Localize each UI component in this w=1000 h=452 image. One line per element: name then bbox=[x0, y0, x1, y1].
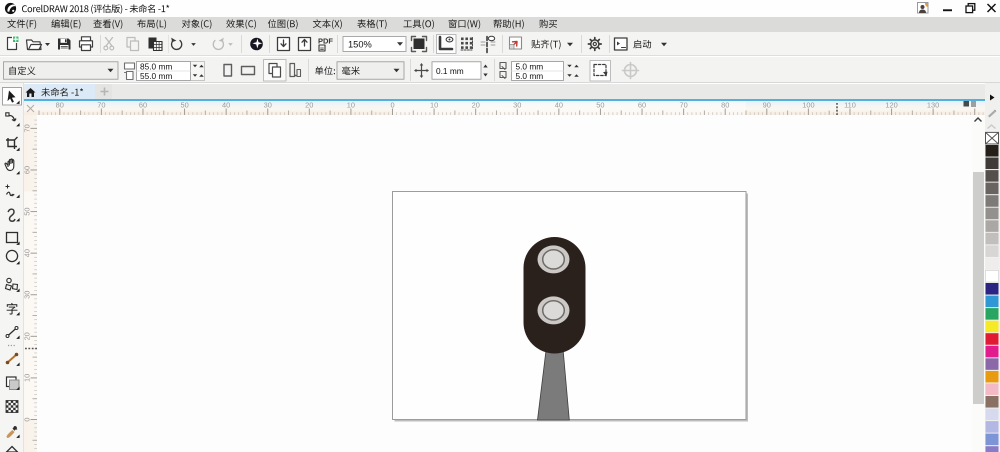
svg-text:80: 80 bbox=[56, 101, 64, 110]
svg-text:80: 80 bbox=[721, 101, 729, 110]
svg-text:110: 110 bbox=[844, 101, 856, 110]
svg-text:70: 70 bbox=[679, 101, 687, 110]
svg-text:85.0 mm: 85.0 mm bbox=[140, 61, 172, 71]
svg-text:40: 40 bbox=[222, 101, 230, 110]
svg-text:150%: 150% bbox=[348, 39, 372, 49]
svg-text:0: 0 bbox=[390, 101, 394, 110]
svg-text:30: 30 bbox=[513, 101, 521, 110]
svg-text:5.0 mm: 5.0 mm bbox=[516, 61, 544, 71]
svg-text:30: 30 bbox=[264, 101, 272, 110]
svg-text:55.0 mm: 55.0 mm bbox=[140, 71, 172, 81]
svg-text:PDF: PDF bbox=[318, 37, 333, 46]
svg-text:60: 60 bbox=[638, 101, 646, 110]
svg-text:120: 120 bbox=[885, 101, 897, 110]
svg-text:10: 10 bbox=[430, 101, 438, 110]
svg-text:20: 20 bbox=[472, 101, 480, 110]
svg-text:130: 130 bbox=[927, 101, 939, 110]
svg-text:50: 50 bbox=[180, 101, 188, 110]
svg-text:40: 40 bbox=[555, 101, 563, 110]
svg-text:100: 100 bbox=[802, 101, 814, 110]
svg-text:10: 10 bbox=[347, 101, 355, 110]
svg-text:90: 90 bbox=[763, 101, 771, 110]
svg-text:50: 50 bbox=[596, 101, 604, 110]
svg-text:60: 60 bbox=[139, 101, 147, 110]
svg-text:70: 70 bbox=[97, 101, 105, 110]
svg-text:20: 20 bbox=[305, 101, 313, 110]
svg-text:0.1 mm: 0.1 mm bbox=[436, 66, 464, 76]
svg-text:5.0 mm: 5.0 mm bbox=[516, 71, 544, 81]
